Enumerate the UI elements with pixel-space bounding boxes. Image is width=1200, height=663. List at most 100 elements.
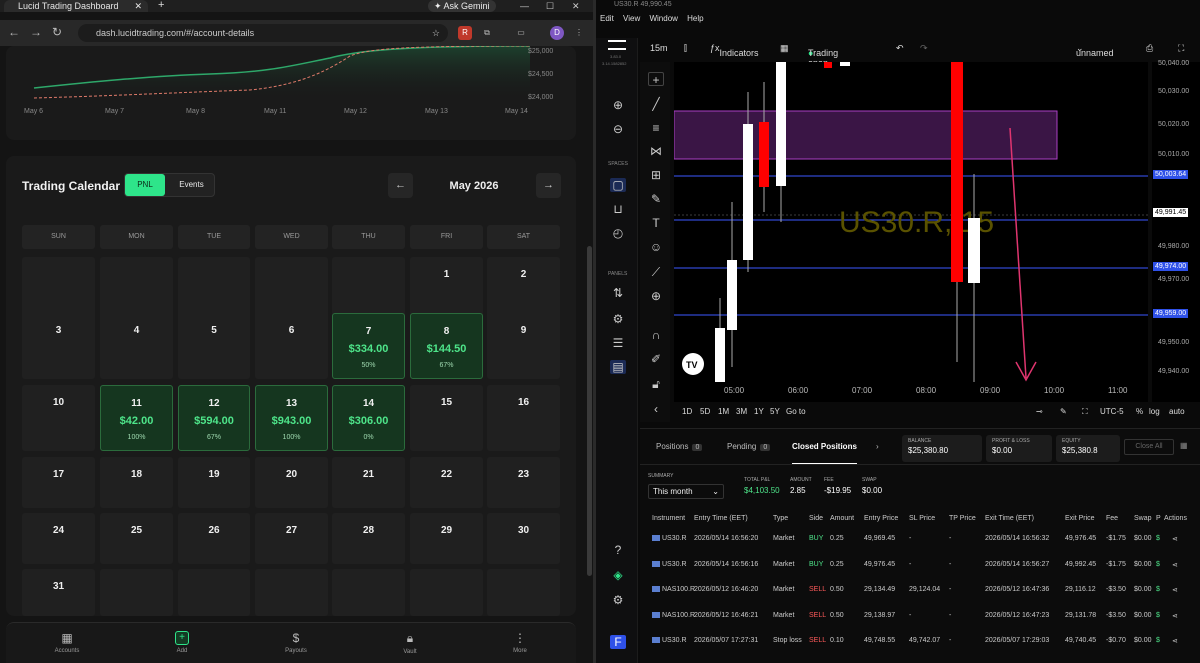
calendar-day[interactable]: 24 [22,513,95,564]
bar-style-icon[interactable]: ⫿ [684,43,687,54]
pnl-toggle-button[interactable]: PNL [125,174,165,196]
calendar-day-profit[interactable]: 8 $144.50 67% [410,313,483,379]
layout-name[interactable]: unnamed ⌄ [1076,43,1114,58]
calendar-day[interactable]: 20 [255,457,328,508]
column-header[interactable]: Actions [1164,515,1187,522]
share-icon[interactable]: ⋖ [1172,637,1178,645]
column-header[interactable]: Type [773,515,788,522]
panel-positions-icon[interactable]: ▤ [610,360,626,374]
page-scrollbar[interactable] [587,246,592,576]
column-header[interactable]: P [1156,515,1161,522]
auto-toggle[interactable]: auto [1169,407,1185,416]
back-icon[interactable]: ← [8,25,20,39]
brush-icon[interactable]: ✎ [648,192,664,206]
calendar-day[interactable]: 19 [178,457,250,508]
browser-tab[interactable]: Lucid Trading Dashboard ✕ [4,0,148,12]
calendar-day-profit[interactable]: 11 $42.00 100% [100,385,173,451]
help-icon[interactable]: ? [610,543,626,557]
share-icon[interactable]: ⋖ [1172,535,1178,543]
range-3m[interactable]: 3M [736,407,747,416]
indicators-button[interactable]: ƒx Indicators [710,43,759,58]
position-tool-icon[interactable]: ⊞ [648,168,664,182]
time-axis[interactable]: 05:00 06:00 07:00 08:00 09:00 10:00 11:0… [674,382,1148,402]
new-tab-icon[interactable]: + [158,0,164,11]
lock-icon[interactable]: 🔓︎ [648,377,664,391]
price-chart[interactable]: US30.R, 15 TV [674,62,1148,402]
goto-button[interactable]: Go to [786,407,806,416]
prev-month-button[interactable]: ← [388,173,413,198]
nav-more[interactable]: ⋮ More [490,631,550,654]
calendar-day[interactable]: 27 [255,513,328,564]
column-header[interactable]: SL Price [909,515,935,522]
chevron-right-icon[interactable]: › [876,442,879,451]
bookmark-star-icon[interactable]: ☆ [432,24,440,42]
panel-list-icon[interactable]: ☰ [610,336,626,350]
tab-pending[interactable]: Pending 0 [727,442,771,451]
calendar-day[interactable]: 21 [332,457,405,508]
pattern-icon[interactable]: ⋈ [648,144,664,158]
zoom-tool-icon[interactable]: ⊕ [648,289,664,303]
menu-help[interactable]: Help [687,14,703,23]
tab-closed-positions[interactable]: Closed Positions [792,442,857,464]
table-row[interactable]: NAS100.R 2026/05/12 16:46:21 Market SELL 0.5… [640,612,1200,628]
column-header[interactable]: Amount [830,515,854,522]
calendar-day-profit[interactable]: 14 $306.00 0% [332,385,405,451]
table-row[interactable]: US30.R 2026/05/14 16:56:20 Market BUY 0.25 49… [640,535,1200,551]
share-icon[interactable]: ⋖ [1172,612,1178,620]
column-header[interactable]: Instrument [652,515,685,522]
menu-view[interactable]: View [623,14,640,23]
price-axis[interactable]: 50,040.00 50,030.00 50,020.00 50,010.00 … [1152,60,1200,402]
nav-vault[interactable]: 🔒︎ Vault [380,631,440,655]
url-input[interactable]: dash.lucidtrading.com/#/account-details … [78,24,448,42]
panel-robot-icon[interactable]: ⚙ [610,312,626,326]
calendar-day[interactable]: 3 [22,313,95,379]
minimize-icon[interactable]: — [520,0,529,12]
timeframe-selector[interactable]: 15m [650,43,668,53]
fib-icon[interactable]: ≡ [648,121,664,135]
calendar-day[interactable]: 25 [100,513,173,564]
zoom-out-icon[interactable]: ⊖ [610,122,626,136]
calendar-day[interactable]: 6 [255,313,328,379]
extension-icon[interactable]: R [458,26,472,40]
maximize-icon[interactable]: ☐ [546,0,554,12]
cast-icon[interactable]: ▭ [514,26,528,40]
calendar-day[interactable]: 23 [487,457,560,508]
range-5d[interactable]: 5D [700,407,710,416]
next-month-button[interactable]: → [536,173,561,198]
range-1y[interactable]: 1Y [754,407,764,416]
lock-drawings-icon[interactable]: ✐ [648,352,664,366]
nav-add[interactable]: + Add [152,631,212,654]
trendline-icon[interactable]: ╱ [648,97,664,111]
calendar-day[interactable]: 18 [100,457,173,508]
extensions-puzzle-icon[interactable]: ⧉ [480,26,494,40]
percent-toggle[interactable]: % [1136,407,1143,416]
crosshair-icon[interactable]: + [648,72,664,87]
close-all-button[interactable]: Close All [1124,439,1174,455]
calendar-day[interactable]: 17 [22,457,95,508]
calendar-day[interactable]: 9 [487,313,560,379]
calendar-day-profit[interactable]: 12 $594.00 67% [178,385,250,451]
column-header[interactable]: Side [809,515,823,522]
screenshot-icon[interactable]: ⎙ [1146,43,1153,54]
app-brand-icon[interactable]: F [610,635,626,649]
close-tab-icon[interactable]: ✕ [134,0,142,12]
layout-grid-icon[interactable]: ▦ [780,43,789,54]
close-window-icon[interactable]: ✕ [572,0,580,12]
nav-payouts[interactable]: $ Payouts [266,631,326,654]
ruler-icon[interactable]: ⟋ [648,265,664,279]
menu-edit[interactable]: Edit [600,14,614,23]
range-1m[interactable]: 1M [718,407,729,416]
panel-trades-icon[interactable]: ⇅ [610,286,626,300]
events-toggle-button[interactable]: Events [169,174,214,196]
share-icon[interactable]: ⋖ [1172,586,1178,594]
profile-avatar[interactable]: D [550,26,564,40]
calendar-day[interactable]: 4 [100,313,173,379]
column-header[interactable]: Swap [1134,515,1152,522]
line-tool-icon[interactable]: ⊸ [1036,407,1043,416]
magnet-icon[interactable]: ∩ [648,328,664,342]
fit-icon[interactable]: ⛶ [1082,407,1088,417]
calendar-day[interactable]: 10 [22,385,95,451]
column-header[interactable]: Entry Price [864,515,898,522]
forward-icon[interactable]: → [30,25,42,39]
calendar-day[interactable]: 22 [410,457,483,508]
